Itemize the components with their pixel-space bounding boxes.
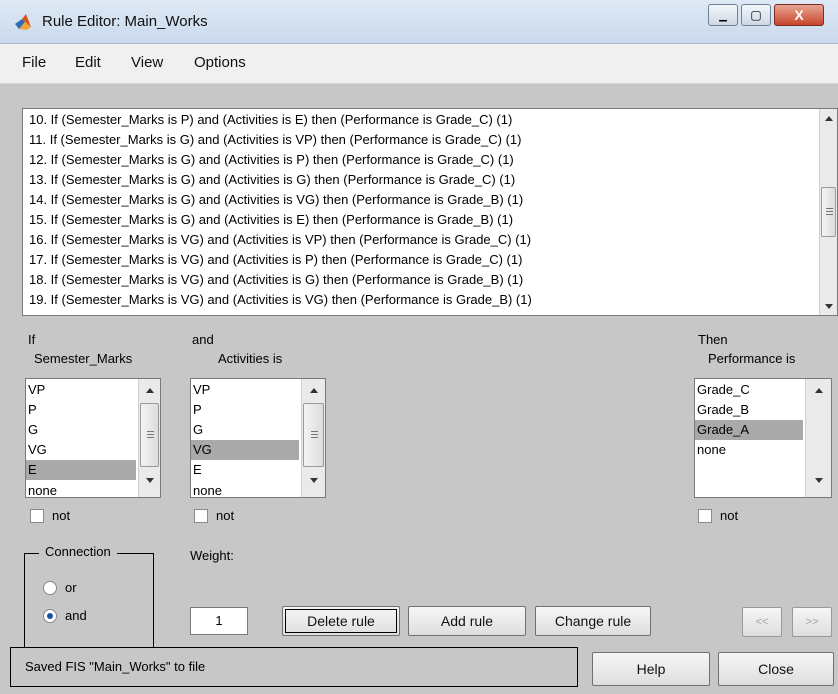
rule-item[interactable]: 13. If (Semester_Marks is G) and (Activi… (29, 172, 515, 187)
scroll-down-icon[interactable] (302, 473, 325, 487)
list-item-selected[interactable]: VG (191, 440, 299, 460)
menu-options[interactable]: Options (194, 54, 246, 71)
scroll-thumb[interactable] (303, 403, 324, 467)
rule-item[interactable]: 16. If (Semester_Marks is VG) and (Activ… (29, 232, 531, 247)
list-item[interactable]: VP (26, 380, 136, 400)
weight-label: Weight: (190, 548, 234, 563)
scroll-thumb[interactable] (821, 187, 836, 237)
weight-input[interactable]: 1 (190, 607, 248, 635)
list-item[interactable]: none (26, 481, 136, 497)
scroll-up-icon[interactable] (139, 383, 160, 397)
list-item[interactable]: none (695, 440, 803, 460)
minimize-button[interactable]: ▁ (708, 4, 738, 26)
next-rules-button[interactable]: >> (792, 607, 832, 637)
scroll-up-icon[interactable] (820, 111, 837, 125)
not-label: not (52, 508, 71, 523)
list-item-selected[interactable]: E (26, 460, 136, 480)
not-label: not (720, 508, 739, 523)
list-item[interactable]: E (191, 460, 299, 480)
scroll-down-icon[interactable] (139, 473, 160, 487)
maximize-button[interactable]: ▢ (741, 4, 771, 26)
close-icon: X (794, 7, 804, 23)
close-window-button[interactable]: X (774, 4, 824, 26)
performance-scrollbar[interactable] (805, 379, 831, 497)
title-bar: Rule Editor: Main_Works ▁ ▢ X (0, 0, 838, 44)
connection-group: Connection or and (24, 544, 154, 653)
rule-item[interactable]: 12. If (Semester_Marks is G) and (Activi… (29, 152, 514, 167)
rules-scrollbar[interactable] (819, 109, 837, 315)
then-label: Then (698, 332, 728, 347)
connection-title: Connection (39, 544, 117, 559)
performance-label: Performance is (708, 351, 796, 366)
menu-view[interactable]: View (131, 54, 163, 71)
list-item-selected[interactable]: Grade_A (695, 420, 803, 440)
list-item[interactable]: P (26, 400, 136, 420)
scroll-up-icon[interactable] (806, 383, 831, 397)
status-text: Saved FIS "Main_Works" to file (25, 659, 206, 674)
rule-item[interactable]: 19. If (Semester_Marks is VG) and (Activ… (29, 292, 532, 307)
activities-listbox[interactable]: VP P G VG E none (190, 378, 326, 498)
scroll-down-icon[interactable] (820, 299, 837, 313)
semester-marks-listbox[interactable]: VP P G VG E none (25, 378, 161, 498)
close-button[interactable]: Close (718, 652, 834, 686)
not-checkbox-1[interactable]: not (30, 508, 70, 523)
radio-and[interactable]: and (43, 608, 87, 623)
if-label: If (28, 332, 36, 347)
not-checkbox-2[interactable]: not (194, 508, 234, 523)
rule-item[interactable]: 14. If (Semester_Marks is G) and (Activi… (29, 192, 523, 207)
radio-button-selected[interactable] (43, 608, 57, 623)
performance-listbox[interactable]: Grade_C Grade_B Grade_A none (694, 378, 832, 498)
list-item[interactable]: VG (26, 440, 136, 460)
not-checkbox-3[interactable]: not (698, 508, 738, 523)
rule-item[interactable]: 15. If (Semester_Marks is G) and (Activi… (29, 212, 513, 227)
rule-item[interactable]: 10. If (Semester_Marks is P) and (Activi… (29, 112, 512, 127)
radio-or[interactable]: or (43, 580, 77, 595)
rule-item[interactable]: 17. If (Semester_Marks is VG) and (Activ… (29, 252, 522, 267)
semester-marks-label: Semester_Marks (34, 351, 133, 366)
radio-button[interactable] (43, 580, 57, 595)
list-item[interactable]: G (26, 420, 136, 440)
scroll-down-icon[interactable] (806, 473, 831, 487)
rules-list[interactable]: 10. If (Semester_Marks is P) and (Activi… (22, 108, 838, 316)
window-title: Rule Editor: Main_Works (42, 13, 208, 30)
menu-edit[interactable]: Edit (75, 54, 101, 71)
semester-marks-scrollbar[interactable] (138, 379, 160, 497)
and-label: and (192, 332, 214, 347)
maximize-icon: ▢ (750, 8, 762, 22)
rule-item[interactable]: 11. If (Semester_Marks is G) and (Activi… (29, 132, 521, 147)
radio-label: and (65, 608, 87, 623)
help-button[interactable]: Help (592, 652, 710, 686)
list-item[interactable]: P (191, 400, 299, 420)
rule-item[interactable]: 18. If (Semester_Marks is VG) and (Activ… (29, 272, 523, 287)
scroll-up-icon[interactable] (302, 383, 325, 397)
activities-scrollbar[interactable] (301, 379, 325, 497)
checkbox[interactable] (194, 508, 208, 523)
change-rule-button[interactable]: Change rule (535, 606, 651, 636)
checkbox[interactable] (698, 508, 712, 523)
list-item[interactable]: Grade_B (695, 400, 803, 420)
radio-label: or (65, 580, 77, 595)
delete-rule-button[interactable]: Delete rule (282, 606, 400, 636)
not-label: not (216, 508, 235, 523)
checkbox[interactable] (30, 508, 44, 523)
list-item[interactable]: none (191, 481, 299, 497)
add-rule-button[interactable]: Add rule (408, 606, 526, 636)
menu-bar: File Edit View Options (0, 44, 838, 84)
status-bar: Saved FIS "Main_Works" to file (10, 647, 578, 687)
list-item[interactable]: G (191, 420, 299, 440)
minimize-icon: ▁ (719, 11, 727, 22)
scroll-thumb[interactable] (140, 403, 159, 467)
list-item[interactable]: Grade_C (695, 380, 803, 400)
activities-label: Activities is (218, 351, 283, 366)
menu-file[interactable]: File (22, 54, 46, 71)
matlab-logo-icon (15, 14, 31, 30)
previous-rules-button[interactable]: << (742, 607, 782, 637)
list-item[interactable]: VP (191, 380, 299, 400)
